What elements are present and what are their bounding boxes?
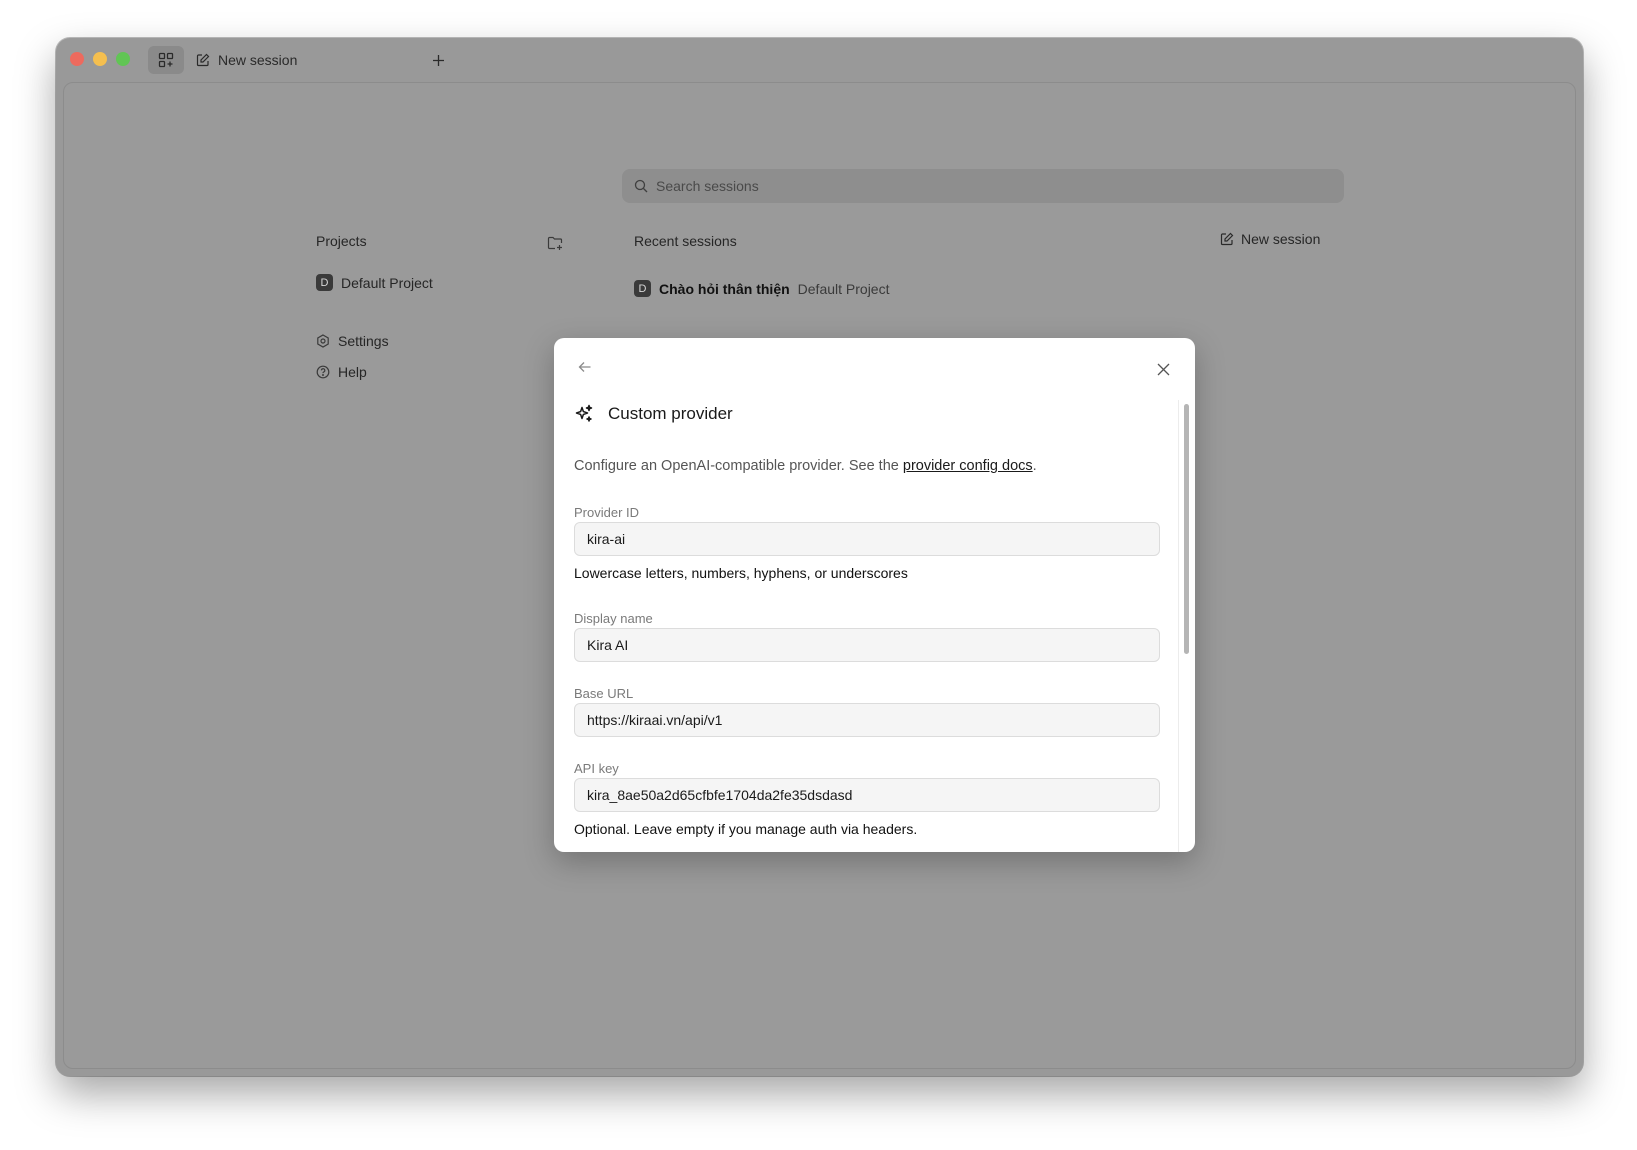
- description-suffix: .: [1032, 458, 1037, 474]
- app-window: New session Search sessions Projects D D…: [56, 38, 1583, 1076]
- api-key-value: kira_8ae50a2d65cfbfe1704da2fe35dsdasd: [587, 787, 853, 803]
- session-badge: D: [634, 280, 651, 297]
- new-project-button[interactable]: [545, 233, 565, 253]
- add-tab-button[interactable]: [426, 48, 450, 72]
- provider-id-label: Provider ID: [574, 505, 640, 520]
- projects-heading: Projects: [316, 233, 367, 249]
- session-title: Chào hỏi thân thiện: [659, 280, 790, 297]
- tab-new-session[interactable]: New session: [196, 48, 297, 72]
- sidebar-item-help[interactable]: Help: [316, 364, 367, 380]
- display-name-label: Display name: [574, 611, 653, 626]
- settings-label: Settings: [338, 333, 389, 349]
- dialog-body: Custom provider Configure an OpenAI-comp…: [554, 396, 1195, 852]
- recent-sessions-heading: Recent sessions: [634, 233, 737, 249]
- display-name-value: Kira AI: [587, 637, 629, 653]
- new-session-button[interactable]: New session: [1220, 231, 1320, 247]
- api-key-input[interactable]: kira_8ae50a2d65cfbfe1704da2fe35dsdasd: [574, 778, 1160, 812]
- project-badge: D: [316, 274, 333, 291]
- project-label: Default Project: [341, 274, 433, 291]
- api-key-hint: Optional. Leave empty if you manage auth…: [574, 821, 918, 837]
- custom-provider-dialog: Custom provider Configure an OpenAI-comp…: [554, 338, 1195, 852]
- back-button[interactable]: [574, 356, 596, 378]
- sidebar-item-settings[interactable]: Settings: [316, 333, 389, 349]
- provider-id-value: kira-ai: [587, 531, 626, 547]
- dialog-title-text: Custom provider: [608, 404, 733, 423]
- gear-icon: [317, 334, 329, 348]
- project-item-default[interactable]: D Default Project: [316, 274, 433, 291]
- close-icon: [1157, 363, 1169, 375]
- close-dialog-button[interactable]: [1152, 358, 1174, 380]
- provider-id-input[interactable]: kira-ai: [574, 522, 1160, 556]
- arrow-left-icon: [578, 362, 591, 372]
- title-bar: New session: [56, 38, 1583, 82]
- plus-icon: [432, 54, 444, 66]
- dialog-title: Custom provider: [574, 404, 733, 424]
- help-label: Help: [338, 364, 367, 380]
- edit-icon: [1220, 232, 1234, 246]
- new-session-label: New session: [1241, 231, 1321, 247]
- grid-icon: [158, 52, 174, 68]
- close-window-button[interactable]: [70, 52, 84, 66]
- edit-icon: [196, 53, 210, 67]
- minimize-window-button[interactable]: [93, 52, 107, 66]
- search-sessions-input[interactable]: Search sessions: [622, 169, 1344, 203]
- search-placeholder: Search sessions: [656, 178, 759, 194]
- session-row[interactable]: D Chào hỏi thân thiện Default Project: [634, 280, 889, 297]
- dialog-description: Configure an OpenAI-compatible provider.…: [574, 458, 1037, 474]
- provider-config-docs-link[interactable]: provider config docs: [903, 458, 1033, 474]
- layout-toggle-button[interactable]: [148, 46, 184, 74]
- base-url-value: https://kiraai.vn/api/v1: [587, 712, 723, 728]
- api-key-label: API key: [574, 761, 619, 776]
- sparkles-icon: [575, 404, 593, 422]
- description-prefix: Configure an OpenAI-compatible provider.…: [574, 458, 903, 474]
- help-icon: [316, 365, 330, 379]
- base-url-label: Base URL: [574, 686, 634, 701]
- search-icon: [634, 179, 648, 193]
- base-url-input[interactable]: https://kiraai.vn/api/v1: [574, 703, 1160, 737]
- tab-label: New session: [218, 52, 298, 68]
- session-project: Default Project: [797, 280, 890, 297]
- maximize-window-button[interactable]: [116, 52, 130, 66]
- folder-plus-icon: [547, 236, 563, 250]
- provider-id-hint: Lowercase letters, numbers, hyphens, or …: [574, 565, 908, 581]
- display-name-input[interactable]: Kira AI: [574, 628, 1160, 662]
